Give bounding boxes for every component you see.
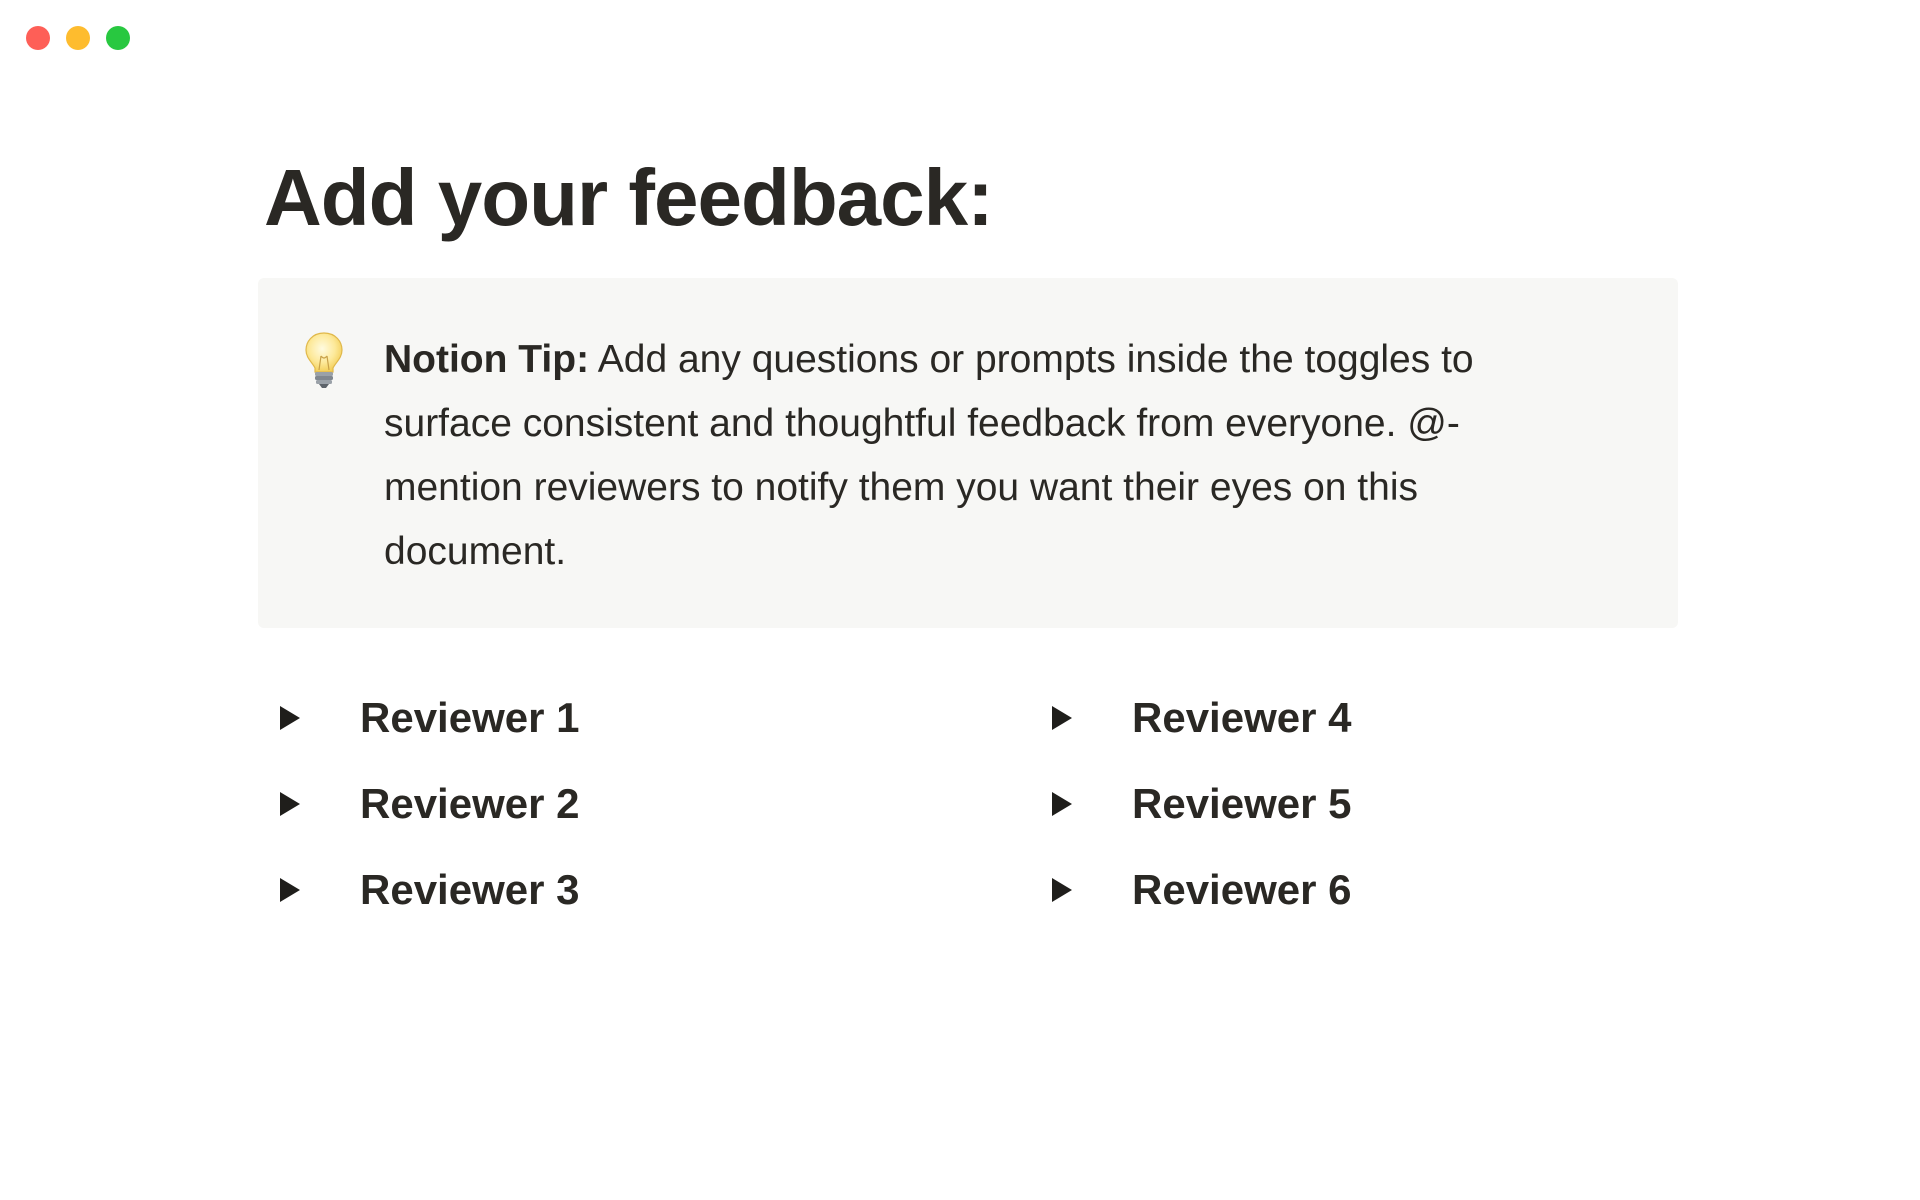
toggle-reviewer-2[interactable]: Reviewer 2 bbox=[278, 768, 1050, 840]
toggle-reviewer-3[interactable]: Reviewer 3 bbox=[278, 854, 1050, 926]
toggle-label: Reviewer 1 bbox=[360, 694, 580, 741]
toggle-reviewer-6[interactable]: Reviewer 6 bbox=[1050, 854, 1678, 926]
callout-text[interactable]: Notion Tip: Add any questions or prompts… bbox=[384, 328, 1584, 584]
toggle-reviewer-1[interactable]: Reviewer 1 bbox=[278, 682, 1050, 754]
toggle-triangle-icon[interactable] bbox=[1050, 782, 1094, 826]
close-window-button[interactable] bbox=[26, 26, 50, 50]
toggle-label: Reviewer 2 bbox=[360, 780, 580, 827]
toggle-label: Reviewer 6 bbox=[1132, 866, 1352, 913]
toggle-label: Reviewer 5 bbox=[1132, 780, 1352, 827]
toggle-reviewer-4[interactable]: Reviewer 4 bbox=[1050, 682, 1678, 754]
toggle-label: Reviewer 3 bbox=[360, 866, 580, 913]
toggle-triangle-icon[interactable] bbox=[1050, 696, 1094, 740]
minimize-window-button[interactable] bbox=[66, 26, 90, 50]
toggle-triangle-icon[interactable] bbox=[278, 868, 322, 912]
toggle-reviewer-5[interactable]: Reviewer 5 bbox=[1050, 768, 1678, 840]
window-controls bbox=[26, 26, 130, 50]
reviewer-toggle-list: Reviewer 1 Reviewer 4 Reviewer 2 Reviewe… bbox=[278, 682, 1678, 940]
callout-bold-label: Notion Tip: bbox=[384, 338, 590, 381]
toggle-triangle-icon[interactable] bbox=[278, 696, 322, 740]
toggle-triangle-icon[interactable] bbox=[1050, 868, 1094, 912]
tip-callout[interactable]: Notion Tip: Add any questions or prompts… bbox=[258, 278, 1678, 628]
toggle-label: Reviewer 4 bbox=[1132, 694, 1352, 741]
maximize-window-button[interactable] bbox=[106, 26, 130, 50]
lightbulb-icon bbox=[302, 330, 346, 390]
toggle-triangle-icon[interactable] bbox=[278, 782, 322, 826]
page-title[interactable]: Add your feedback: bbox=[264, 150, 994, 246]
